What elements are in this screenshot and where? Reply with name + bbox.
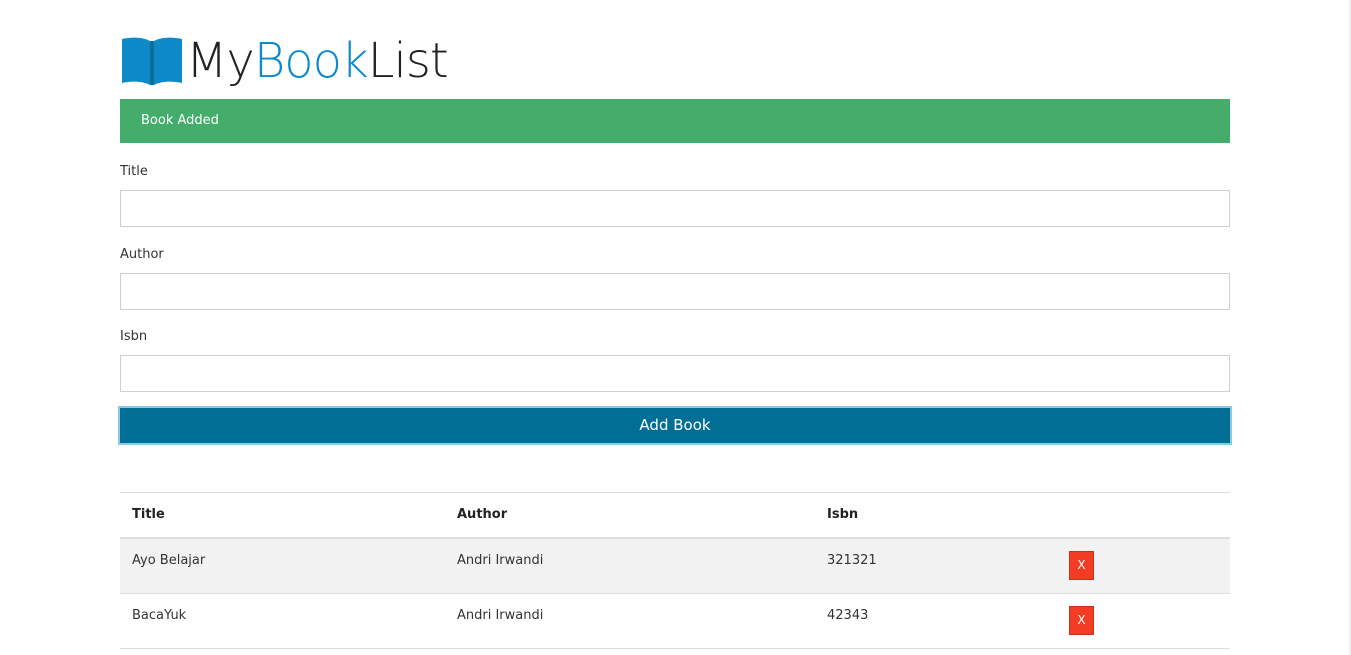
title-label: Title: [120, 164, 148, 179]
brand-logo: MyBookList: [120, 30, 449, 92]
cell-author: Andri Irwandi: [457, 553, 544, 568]
brand-title: MyBookList: [186, 30, 449, 92]
brand-title-book: Book: [253, 33, 369, 89]
add-book-button[interactable]: Add Book: [118, 406, 1232, 445]
success-alert: Book Added: [120, 99, 1230, 143]
author-label: Author: [120, 247, 164, 262]
delete-button[interactable]: X: [1069, 551, 1094, 580]
isbn-label: Isbn: [120, 329, 148, 344]
brand-title-list: List: [367, 33, 449, 89]
cell-isbn: 42343: [827, 608, 869, 623]
table-header: Title Author Isbn: [120, 493, 1230, 539]
cell-title: BacaYuk: [132, 608, 187, 623]
header-title: Title: [132, 507, 165, 522]
table-row: BacaYuk Andri Irwandi 42343 X: [120, 594, 1230, 649]
author-input[interactable]: [120, 273, 1230, 310]
open-book-icon: [122, 37, 182, 85]
brand-title-my: My: [186, 33, 255, 89]
table-row: Ayo Belajar Andri Irwandi 321321 X: [120, 539, 1230, 594]
header-isbn: Isbn: [827, 507, 859, 522]
cell-author: Andri Irwandi: [457, 608, 544, 623]
isbn-input[interactable]: [120, 355, 1230, 392]
cell-title: Ayo Belajar: [132, 553, 206, 568]
delete-button[interactable]: X: [1069, 606, 1094, 635]
header-author: Author: [457, 507, 508, 522]
cell-isbn: 321321: [827, 553, 877, 568]
title-input[interactable]: [120, 190, 1230, 227]
book-table: Title Author Isbn Ayo Belajar Andri Irwa…: [120, 492, 1230, 649]
